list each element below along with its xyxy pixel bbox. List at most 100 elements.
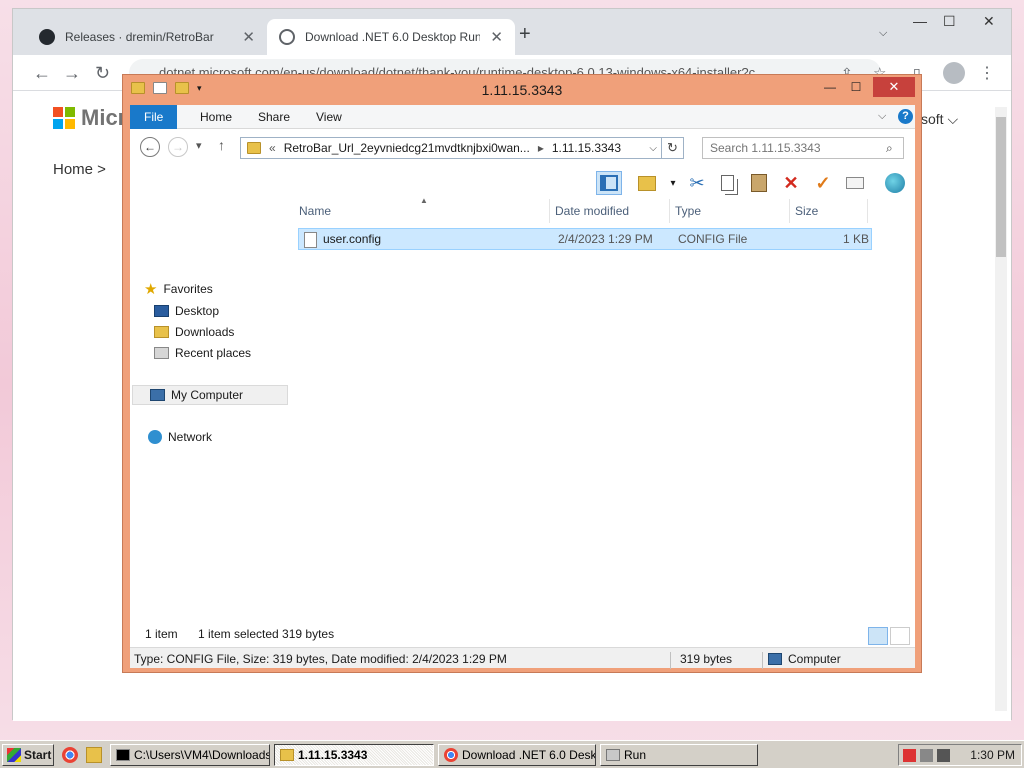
browser-tab-releases[interactable]: Releases · dremin/RetroBar ✕ xyxy=(27,19,267,55)
start-button[interactable]: Start xyxy=(2,744,54,766)
scrollbar-thumb[interactable] xyxy=(996,117,1006,257)
config-file-icon xyxy=(304,232,317,248)
nav-network[interactable]: Network xyxy=(148,427,212,447)
all-microsoft-menu[interactable]: soft ⌵ xyxy=(921,111,958,128)
close-tab-icon[interactable]: ✕ xyxy=(242,28,255,46)
nav-downloads[interactable]: Downloads xyxy=(154,322,234,342)
status-location: Computer xyxy=(788,652,841,666)
folder-check-icon xyxy=(638,175,656,191)
task-cmd[interactable]: C:\Users\VM4\Downloads\ xyxy=(110,744,270,766)
copy-button[interactable] xyxy=(714,171,740,195)
up-arrow-icon[interactable]: ↑ xyxy=(218,137,225,153)
nav-my-computer[interactable]: My Computer xyxy=(132,385,288,405)
task-explorer[interactable]: 1.11.15.3343 xyxy=(274,744,434,766)
sort-ascending-icon: ▲ xyxy=(420,196,428,205)
item-count: 1 item xyxy=(145,627,178,641)
start-label: Start xyxy=(24,748,52,762)
chrome-icon xyxy=(444,748,458,762)
explorer-maximize-button[interactable]: ☐ xyxy=(843,77,869,97)
explorer-quicklaunch-icon[interactable] xyxy=(86,747,102,763)
layout-icon xyxy=(600,175,618,191)
file-row[interactable]: user.config 2/4/2023 1:29 PM CONFIG File… xyxy=(298,228,872,250)
column-header-size[interactable]: Size xyxy=(790,199,868,223)
reload-icon[interactable]: ↻ xyxy=(95,63,110,84)
forward-button[interactable]: → xyxy=(168,137,188,157)
task-label: Run xyxy=(624,748,647,762)
nav-label: Recent places xyxy=(175,346,252,360)
file-name[interactable]: user.config xyxy=(323,232,381,246)
cut-icon[interactable]: ✂ xyxy=(684,171,710,195)
new-tab-button[interactable]: + xyxy=(519,23,531,46)
address-overflow[interactable]: « xyxy=(269,141,276,155)
chrome-quicklaunch-icon[interactable] xyxy=(62,747,78,763)
column-header-date[interactable]: Date modified xyxy=(550,199,670,223)
refresh-icon[interactable]: ↻ xyxy=(662,137,684,159)
toolbar-dropdown-icon[interactable]: ▾ xyxy=(660,171,686,195)
nav-label: My Computer xyxy=(171,388,244,402)
page-breadcrumb[interactable]: Home > xyxy=(53,161,106,178)
file-date: 2/4/2023 1:29 PM xyxy=(558,232,653,246)
address-segment-current[interactable]: 1.11.15.3343 xyxy=(552,141,621,155)
status-divider xyxy=(670,652,671,669)
help-icon[interactable]: ? xyxy=(898,109,913,124)
menu-kebab-icon[interactable]: ⋮ xyxy=(979,63,995,83)
computer-icon xyxy=(768,653,782,665)
network-tray-icon[interactable] xyxy=(920,748,933,762)
details-view-button[interactable] xyxy=(868,627,888,645)
browser-minimize-button[interactable]: — xyxy=(913,13,927,29)
explorer-window: ▾ 1.11.15.3343 — ☐ ✕ File Home Share Vie… xyxy=(122,74,922,673)
recent-locations-chevron-icon[interactable]: ▾ xyxy=(196,139,202,152)
globe-button[interactable] xyxy=(882,171,908,195)
browser-tab-dotnet[interactable]: Download .NET 6.0 Desktop Runtime ✕ xyxy=(267,19,515,55)
explorer-title-bar[interactable]: ▾ 1.11.15.3343 — ☐ ✕ xyxy=(123,75,921,104)
browser-close-button[interactable]: ✕ xyxy=(983,13,995,30)
microsoft-logo-icon[interactable] xyxy=(53,107,75,129)
back-button[interactable]: ← xyxy=(140,137,160,157)
recent-places-icon xyxy=(154,347,169,359)
security-shield-icon[interactable] xyxy=(903,748,916,762)
nav-recent-places[interactable]: Recent places xyxy=(154,343,251,363)
forward-arrow-icon[interactable]: → xyxy=(63,63,81,84)
tab-file[interactable]: File xyxy=(130,105,178,129)
folder-icon xyxy=(280,749,294,761)
task-run[interactable]: Run xyxy=(600,744,758,766)
browser-tab-strip: Releases · dremin/RetroBar ✕ Download .N… xyxy=(13,9,1011,55)
expand-ribbon-chevron-icon[interactable]: ⌵ xyxy=(878,110,886,123)
back-arrow-icon[interactable]: ← xyxy=(33,63,51,84)
checkmark-icon[interactable]: ✓ xyxy=(810,171,836,195)
clock[interactable]: 1:30 PM xyxy=(970,748,1021,762)
folder-icon xyxy=(247,142,261,154)
nav-label: Downloads xyxy=(175,325,235,339)
paste-button[interactable] xyxy=(746,171,772,195)
delete-icon[interactable]: ✕ xyxy=(778,171,804,195)
task-chrome[interactable]: Download .NET 6.0 Deskt... xyxy=(438,744,596,766)
select-folder-button[interactable] xyxy=(634,171,660,195)
tab-share[interactable]: Share xyxy=(244,105,304,129)
nav-favorites[interactable]: ★ Favorites xyxy=(144,279,213,299)
page-scrollbar[interactable] xyxy=(995,107,1007,711)
explorer-close-button[interactable]: ✕ xyxy=(873,77,915,97)
network-icon xyxy=(148,430,162,444)
profile-avatar[interactable] xyxy=(943,62,965,84)
volume-icon[interactable] xyxy=(937,748,950,762)
large-icons-view-button[interactable] xyxy=(890,627,910,645)
address-dropdown-icon[interactable]: ⌵ xyxy=(649,143,661,154)
tab-view[interactable]: View xyxy=(302,105,356,129)
rename-button[interactable] xyxy=(842,171,868,195)
taskbar: Start C:\Users\VM4\Downloads\ 1.11.15.33… xyxy=(0,740,1024,768)
search-input[interactable] xyxy=(702,137,904,159)
browser-maximize-button[interactable]: ☐ xyxy=(943,13,956,30)
explorer-address-bar[interactable]: « RetroBar_Url_2eyvniedcg21mvdtknjbxi0wa… xyxy=(240,137,662,159)
close-tab-icon[interactable]: ✕ xyxy=(490,28,503,46)
status-details: Type: CONFIG File, Size: 319 bytes, Date… xyxy=(134,652,507,666)
tab-home[interactable]: Home xyxy=(186,105,246,129)
address-segment-parent[interactable]: RetroBar_Url_2eyvniedcg21mvdtknjbxi0wan.… xyxy=(284,141,530,155)
search-icon[interactable]: ⌕ xyxy=(886,141,893,156)
file-type: CONFIG File xyxy=(678,232,748,246)
nav-desktop[interactable]: Desktop xyxy=(154,301,219,321)
preview-pane-button[interactable] xyxy=(596,171,622,195)
tab-search-chevron-icon[interactable]: ⌵ xyxy=(879,27,887,40)
explorer-minimize-button[interactable]: — xyxy=(817,77,843,97)
column-header-type[interactable]: Type xyxy=(670,199,790,223)
address-separator-icon[interactable]: ▸ xyxy=(538,141,544,155)
